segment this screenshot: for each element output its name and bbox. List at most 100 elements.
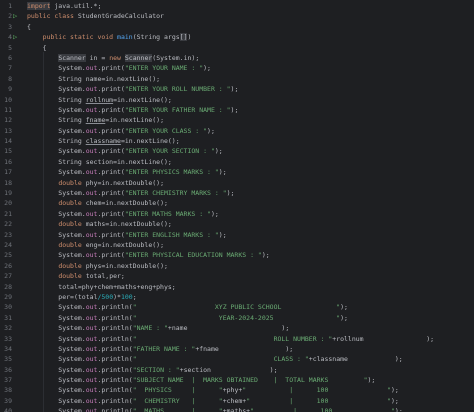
code-token: out <box>85 85 98 94</box>
line-number: 8 <box>8 74 12 83</box>
code-token: out <box>85 396 98 405</box>
line-number: 30 <box>4 303 12 312</box>
code-text: System.out.print("ENTER YOUR CLASS : "); <box>27 126 215 136</box>
code-token: System. <box>27 147 86 156</box>
code-token: StudentGradeCalculator <box>73 12 164 21</box>
code-token: System. <box>27 324 86 333</box>
code-line[interactable]: 11 System.out.print("ENTER YOUR FATHER N… <box>0 105 474 115</box>
code-line[interactable]: 39 System.out.println(" CHEMISTRY | "+ch… <box>0 396 474 406</box>
code-token: "NAME : " <box>132 324 168 333</box>
code-line[interactable]: 25 System.out.print("ENTER PHYSICAL EDUC… <box>0 250 474 260</box>
code-token: double <box>58 178 82 187</box>
code-line[interactable]: 27 double total,per; <box>0 271 474 281</box>
code-line[interactable]: 37 System.out.println("SUBJECT NAME | MA… <box>0 375 474 385</box>
code-line[interactable]: 7 System.out.print("ENTER YOUR NAME : ")… <box>0 63 474 73</box>
code-text: String fname=in.nextLine(); <box>27 115 164 125</box>
code-line[interactable]: 18 double phy=in.nextDouble(); <box>0 178 474 188</box>
code-token: "ENTER YOUR CLASS : " <box>124 126 208 135</box>
code-token: double <box>58 261 82 270</box>
code-token: )* <box>113 292 121 301</box>
code-token: out <box>85 303 98 312</box>
code-line[interactable]: 2 ▷ public class StudentGradeCalculator <box>0 11 474 21</box>
code-line[interactable]: 20 double chem=in.nextDouble(); <box>0 198 474 208</box>
code-line[interactable]: 15 System.out.print("ENTER YOUR SECTION … <box>0 146 474 156</box>
code-line[interactable]: 5 { <box>0 43 474 53</box>
code-line[interactable]: 40 System.out.println(" MATHS | "+maths+… <box>0 406 474 412</box>
code-line[interactable]: 17 System.out.print("ENTER PHYSICS MARKS… <box>0 167 474 177</box>
run-gutter-icon[interactable]: ▷ <box>13 11 21 21</box>
code-token: ); <box>390 396 399 405</box>
code-token: ); <box>218 168 227 177</box>
code-token: ); <box>394 407 403 412</box>
code-line[interactable]: 23 System.out.print("ENTER ENGLISH MARKS… <box>0 230 474 240</box>
code-token: .println( <box>97 407 133 412</box>
code-line[interactable]: 24 double eng=in.nextDouble(); <box>0 240 474 250</box>
code-token: .print( <box>97 168 125 177</box>
code-line[interactable]: 34 System.out.println("FATHER NAME : "+f… <box>0 344 474 354</box>
code-token: System. <box>27 334 86 343</box>
line-number: 40 <box>4 407 12 412</box>
code-line[interactable]: 32 System.out.println("NAME : "+name ); <box>0 323 474 333</box>
code-token: .print( <box>97 251 125 260</box>
code-line[interactable]: 10 String rollnum=in.nextLine(); <box>0 95 474 105</box>
code-editor[interactable]: 1 import java.util.*; 2 ▷ public class Stude… <box>0 0 474 412</box>
code-line[interactable]: 13 System.out.print("ENTER YOUR CLASS : … <box>0 126 474 136</box>
code-line[interactable]: 28 total=phy+chem+maths+eng+phys; <box>0 282 474 292</box>
code-line[interactable]: 26 double phys=in.nextDouble(); <box>0 261 474 271</box>
code-token: .print( <box>97 85 125 94</box>
code-token: double <box>58 220 82 229</box>
code-token: .print( <box>97 147 125 156</box>
code-token: ); <box>340 303 348 312</box>
code-token: String <box>27 116 86 125</box>
code-line[interactable]: 29 per=(total/500)*100; <box>0 292 474 302</box>
code-token: import <box>27 2 51 10</box>
code-line[interactable]: 22 double maths=in.nextDouble(); <box>0 219 474 229</box>
code-lines: 1 import java.util.*; 2 ▷ public class Stude… <box>0 1 474 412</box>
line-number: 35 <box>4 355 12 364</box>
code-line[interactable]: 9 System.out.print("ENTER YOUR ROLL NUMB… <box>0 84 474 94</box>
code-token: .println( <box>97 376 133 385</box>
code-text: System.out.print("ENTER YOUR NAME : "); <box>27 63 211 73</box>
code-token: in = <box>85 53 110 62</box>
code-line[interactable]: 16 String section=in.nextLine(); <box>0 157 474 167</box>
code-line[interactable]: 8 String name=in.nextLine(); <box>0 74 474 84</box>
code-token: out <box>85 168 98 177</box>
code-line[interactable]: 4 ▷ public static void main(String args[]… <box>0 32 474 42</box>
code-text: System.out.print("ENTER YOUR SECTION : "… <box>27 146 222 156</box>
code-line[interactable]: 6 Scanner in = new Scanner(System.in); <box>0 53 474 63</box>
code-token: =in.nextLine(); <box>120 137 180 146</box>
code-token: .println( <box>97 365 133 374</box>
code-line[interactable]: 36 System.out.println("SECTION : "+secti… <box>0 365 474 375</box>
code-line[interactable]: 35 System.out.println(" CLASS : "+classn… <box>0 354 474 364</box>
code-token: ); <box>261 251 270 260</box>
code-line[interactable]: 31 System.out.println(" YEAR-2024-2025 "… <box>0 313 474 323</box>
code-line[interactable]: 19 System.out.print("ENTER CHEMISTRY MAR… <box>0 188 474 198</box>
code-token: out <box>85 105 98 114</box>
line-number: 2 <box>8 12 12 21</box>
code-token: ; <box>132 292 137 301</box>
code-line[interactable]: 38 System.out.println(" PHYSICS | "+phy+… <box>0 385 474 395</box>
code-text: System.out.println(" YEAR-2024-2025 "); <box>27 313 348 323</box>
code-token: "ENTER YOUR FATHER NAME : " <box>124 105 231 114</box>
code-token: out <box>85 334 98 343</box>
code-text: System.out.print("ENTER PHYSICS MARKS : … <box>27 167 227 177</box>
code-line[interactable]: 21 System.out.print("ENTER MATHS MARKS :… <box>0 209 474 219</box>
code-token: Scanner <box>124 53 153 62</box>
code-line[interactable]: 3{ <box>0 22 474 32</box>
code-text: System.out.print("ENTER YOUR FATHER NAME… <box>27 105 238 115</box>
code-line[interactable]: 33 System.out.println(" ROLL NUMBER : "+… <box>0 334 474 344</box>
code-token: String section=in.nextLine(); <box>27 157 172 166</box>
code-token: String name=in.nextLine(); <box>27 74 161 83</box>
run-gutter-icon[interactable]: ▷ <box>13 32 21 42</box>
code-line[interactable]: 30 System.out.println(" XYZ PUBLIC SCHOO… <box>0 302 474 312</box>
code-line[interactable]: 12 String fname=in.nextLine(); <box>0 115 474 125</box>
code-text: import java.util.*; <box>27 1 101 11</box>
code-line[interactable]: 14 String classname=in.nextLine(); <box>0 136 474 146</box>
code-token: public class <box>27 12 74 21</box>
code-token: ); <box>367 376 376 385</box>
code-line[interactable]: 1 import java.util.*; <box>0 1 474 11</box>
code-token: out <box>85 251 98 260</box>
